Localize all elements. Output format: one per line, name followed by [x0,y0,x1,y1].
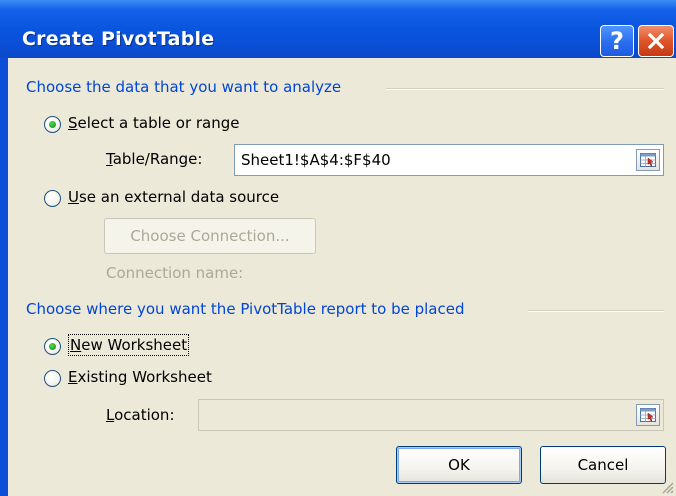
choose-connection-button[interactable]: Choose Connection... [104,218,316,254]
table-range-input[interactable]: Sheet1!$A$4:$F$40 [234,144,664,176]
location-label: Location: [106,406,175,424]
table-range-picker-button[interactable] [636,149,660,171]
choose-connection-label: Choose Connection... [130,227,290,245]
radio-new-worksheet[interactable] [44,338,61,355]
table-range-value: Sheet1!$A$4:$F$40 [241,151,391,169]
radio-external-source[interactable] [44,190,61,207]
location-input[interactable] [198,399,664,431]
table-range-label: Table/Range: [106,150,203,168]
radio-existing-worksheet-label[interactable]: Existing Worksheet [68,368,212,386]
source-group-heading: Choose the data that you want to analyze [26,78,342,96]
location-picker-button[interactable] [636,404,660,426]
resize-grip-icon[interactable] [660,480,674,494]
title-bar[interactable]: Create PivotTable ? [0,0,676,58]
radio-select-table-label[interactable]: Select a table or range [68,114,240,132]
ok-button[interactable]: OK [396,446,522,484]
dialog-window: Create PivotTable ? Choose the data that… [0,0,676,496]
radio-existing-worksheet[interactable] [44,370,61,387]
close-x-icon [647,32,665,50]
radio-select-table[interactable] [44,116,61,133]
help-icon: ? [610,27,624,55]
connection-name-label: Connection name: [106,264,244,282]
radio-new-worksheet-label[interactable]: New Worksheet [67,334,190,356]
help-button[interactable]: ? [600,25,634,57]
destination-group-rule [528,310,664,312]
close-button[interactable] [638,25,674,57]
dialog-body: Choose the data that you want to analyze… [8,58,676,496]
dialog-title: Create PivotTable [22,28,215,50]
ok-button-label: OK [448,456,470,474]
range-picker-icon [640,153,656,167]
radio-external-source-label[interactable]: Use an external data source [68,188,279,206]
source-group-rule [386,88,664,90]
cancel-button-label: Cancel [577,456,629,474]
destination-group-heading: Choose where you want the PivotTable rep… [26,300,465,318]
range-picker-icon [640,408,656,422]
cancel-button[interactable]: Cancel [540,446,666,484]
